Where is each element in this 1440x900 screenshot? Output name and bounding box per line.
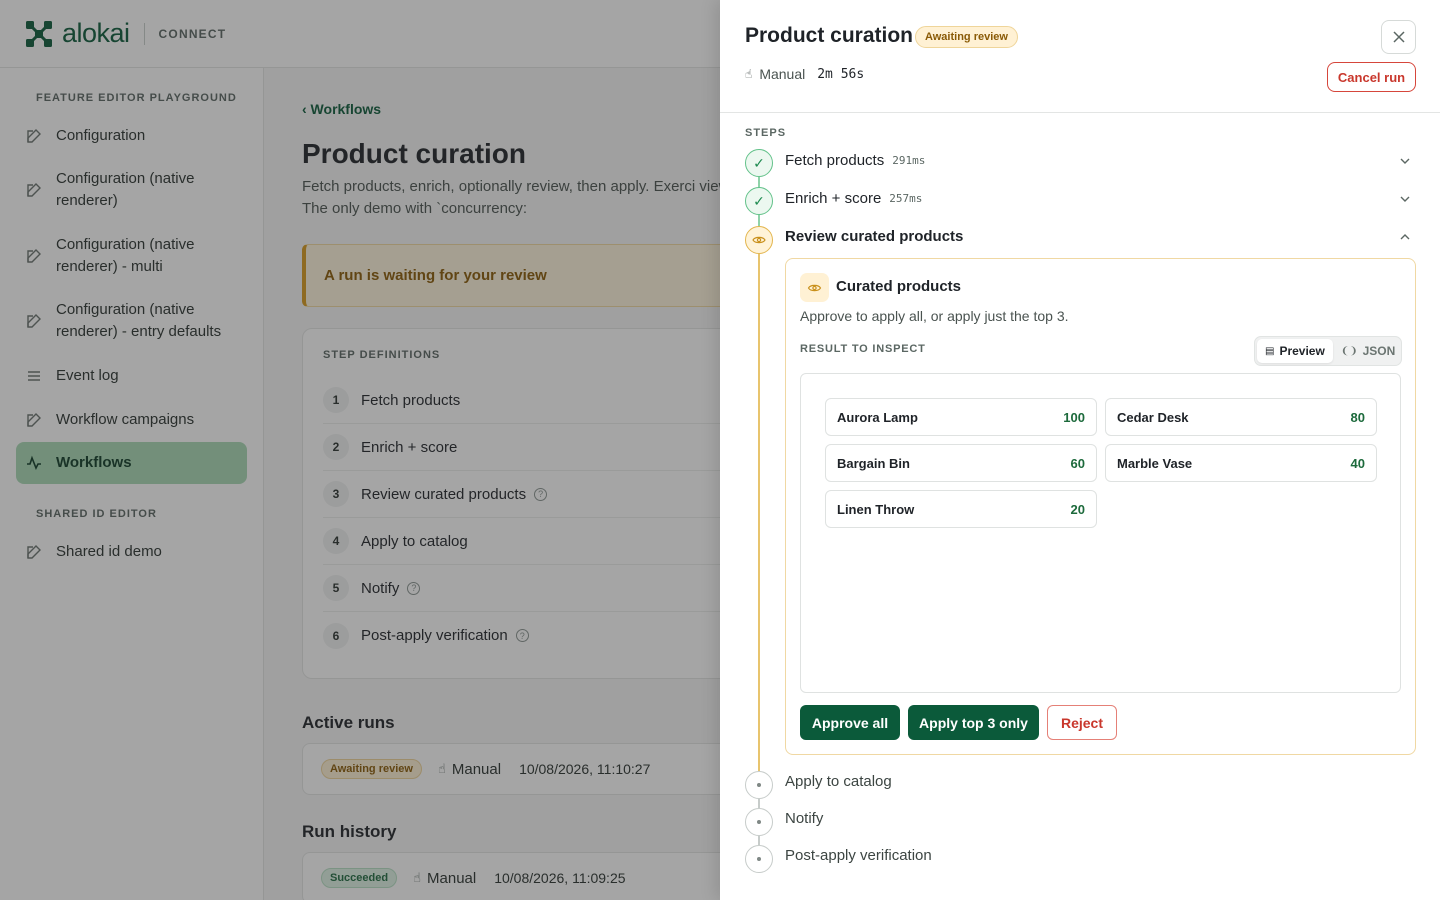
result-preview: Aurora Lamp 100 Cedar Desk 80 Bargain Bi… — [800, 373, 1401, 693]
tab-label: JSON — [1362, 344, 1396, 358]
preview-icon: ▤ — [1265, 345, 1275, 357]
code-icon: ❨❩ — [1340, 345, 1358, 357]
review-title: Curated products — [836, 278, 962, 295]
product-item: Aurora Lamp 100 — [825, 398, 1097, 436]
product-name: Marble Vase — [1117, 455, 1193, 471]
view-toggle: ▤ Preview ❨❩ JSON — [1254, 336, 1402, 366]
drawer-title: Product curation — [745, 24, 914, 47]
eye-icon — [800, 273, 829, 302]
review-description: Approve to apply all, or apply just the … — [800, 308, 1069, 324]
product-item: Linen Throw 20 — [825, 490, 1097, 528]
step-name: Post-apply verification — [785, 847, 932, 864]
step-pending-icon — [745, 845, 773, 873]
step-pending-icon — [745, 771, 773, 799]
approve-all-button[interactable]: Approve all — [800, 705, 900, 740]
product-name: Cedar Desk — [1117, 409, 1189, 425]
timeline-connector — [758, 254, 760, 771]
step-row-enrich-score[interactable]: Enrich + score 257ms — [785, 190, 922, 207]
step-pending-icon — [745, 808, 773, 836]
step-done-icon: ✓ — [745, 187, 773, 215]
review-card: Curated products Approve to apply all, o… — [785, 258, 1416, 755]
step-duration: 291ms — [892, 154, 926, 167]
timeline-connector — [758, 799, 760, 808]
step-name: Apply to catalog — [785, 773, 892, 790]
tab-label: Preview — [1279, 344, 1325, 358]
result-heading: RESULT TO INSPECT — [800, 343, 926, 355]
step-name: Enrich + score — [785, 190, 882, 207]
step-duration: 257ms — [889, 192, 923, 205]
product-name: Aurora Lamp — [837, 409, 918, 425]
reject-button[interactable]: Reject — [1047, 705, 1117, 740]
step-name: Fetch products — [785, 152, 885, 169]
step-row-notify[interactable]: Notify — [785, 810, 823, 827]
step-done-icon: ✓ — [745, 149, 773, 177]
run-trigger-label: Manual — [759, 66, 806, 82]
close-button[interactable] — [1381, 20, 1416, 54]
run-meta: ☝ Manual 2m 56s — [745, 66, 864, 82]
step-name: Notify — [785, 810, 824, 827]
apply-top-3-button[interactable]: Apply top 3 only — [908, 705, 1039, 740]
run-detail-drawer: Product curation Awaiting review ☝ Manua… — [720, 0, 1440, 900]
steps-heading: STEPS — [745, 127, 787, 139]
tab-preview[interactable]: ▤ Preview — [1257, 339, 1333, 363]
timeline-connector — [758, 836, 760, 845]
step-row-post-apply-verification[interactable]: Post-apply verification — [785, 847, 932, 864]
product-score: 100 — [1063, 409, 1085, 425]
product-name: Bargain Bin — [837, 455, 910, 471]
step-row-apply-to-catalog[interactable]: Apply to catalog — [785, 773, 892, 790]
chevron-down-icon[interactable] — [1399, 156, 1411, 166]
eye-icon — [745, 226, 773, 254]
status-badge: Awaiting review — [915, 26, 1018, 48]
product-score: 20 — [1070, 501, 1085, 517]
product-score: 40 — [1350, 455, 1365, 471]
product-item: Marble Vase 40 — [1105, 444, 1377, 482]
step-row-fetch-products[interactable]: Fetch products 291ms — [785, 152, 925, 169]
product-score: 80 — [1350, 409, 1365, 425]
chevron-up-icon[interactable] — [1399, 232, 1411, 242]
product-item: Cedar Desk 80 — [1105, 398, 1377, 436]
step-name: Review curated products — [785, 228, 964, 245]
cancel-run-button[interactable]: Cancel run — [1327, 62, 1416, 92]
product-item: Bargain Bin 60 — [825, 444, 1097, 482]
close-icon — [1392, 31, 1405, 43]
tab-json[interactable]: ❨❩ JSON — [1333, 339, 1403, 363]
modal-backdrop[interactable] — [0, 0, 720, 900]
step-row-review-curated-products[interactable]: Review curated products — [785, 228, 963, 245]
divider — [720, 112, 1440, 113]
run-duration: 2m 56s — [817, 66, 865, 82]
product-score: 60 — [1070, 455, 1085, 471]
product-name: Linen Throw — [837, 501, 915, 517]
hand-icon: ☝ — [745, 67, 753, 81]
chevron-down-icon[interactable] — [1399, 194, 1411, 204]
